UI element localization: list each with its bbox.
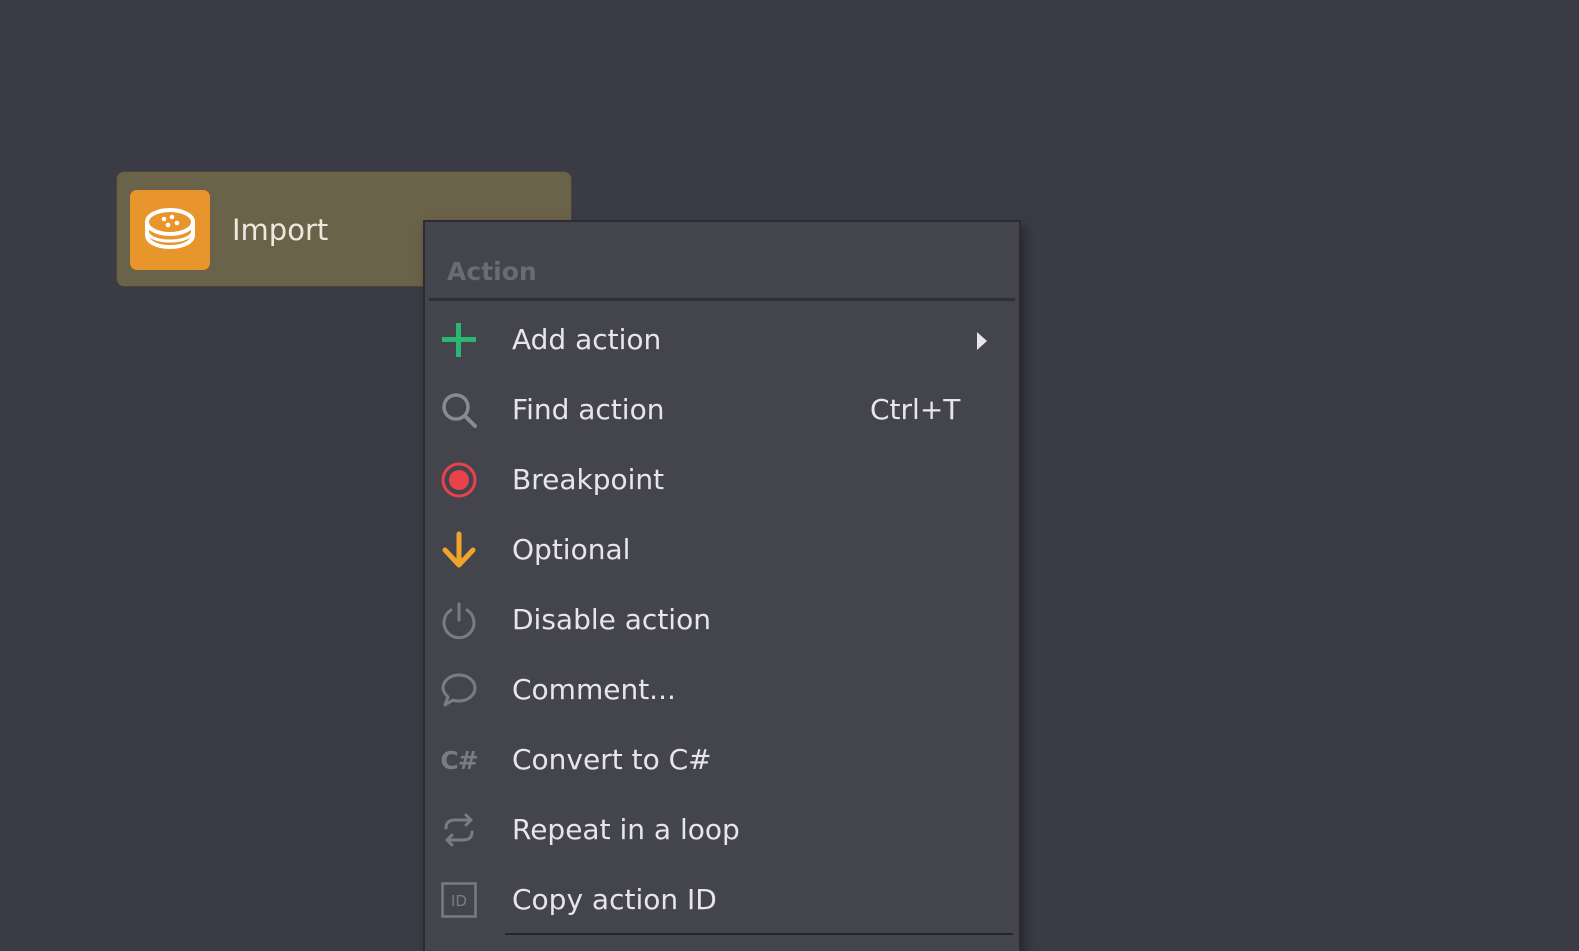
svg-text:ID: ID — [451, 892, 467, 910]
menu-item-disable-action[interactable]: Disable action — [425, 585, 1019, 655]
menu-item-shortcut: Ctrl+T — [870, 393, 961, 426]
workflow-canvas[interactable]: Import Action Add action Find action Ctr… — [0, 0, 1579, 951]
menu-header: Action — [447, 257, 537, 286]
chevron-right-icon — [977, 332, 987, 350]
menu-item-label: Optional — [512, 533, 631, 566]
menu-item-label: Disable action — [512, 603, 711, 636]
menu-item-optional[interactable]: Optional — [425, 515, 1019, 585]
id-icon: ID — [439, 880, 479, 920]
arrow-down-icon — [439, 530, 479, 570]
menu-item-label: Repeat in a loop — [512, 813, 740, 846]
menu-item-convert-csharp[interactable]: C# Convert to C# — [425, 725, 1019, 795]
menu-item-breakpoint[interactable]: Breakpoint — [425, 445, 1019, 515]
menu-item-find-action[interactable]: Find action Ctrl+T — [425, 375, 1019, 445]
comment-icon — [439, 670, 479, 710]
plus-icon — [439, 320, 479, 360]
menu-item-comment[interactable]: Comment... — [425, 655, 1019, 725]
loop-icon — [439, 810, 479, 850]
menu-item-label: Add action — [512, 323, 662, 356]
csharp-icon: C# — [440, 745, 478, 775]
menu-item-label: Copy action ID — [512, 883, 717, 916]
menu-divider — [505, 933, 1013, 935]
database-import-icon — [130, 190, 210, 270]
menu-item-label: Comment... — [512, 673, 676, 706]
menu-divider — [429, 298, 1015, 301]
menu-item-copy-action-id[interactable]: ID Copy action ID — [425, 865, 1019, 935]
node-label: Import — [232, 213, 329, 247]
breakpoint-icon — [439, 460, 479, 500]
search-icon — [439, 390, 479, 430]
menu-item-add-action[interactable]: Add action — [425, 305, 1019, 375]
menu-item-label: Convert to C# — [512, 743, 712, 776]
menu-item-label: Find action — [512, 393, 665, 426]
menu-item-repeat-loop[interactable]: Repeat in a loop — [425, 795, 1019, 865]
menu-item-label: Breakpoint — [512, 463, 665, 496]
context-menu: Action Add action Find action Ctrl+T Bre… — [423, 220, 1021, 951]
power-icon — [439, 600, 479, 640]
